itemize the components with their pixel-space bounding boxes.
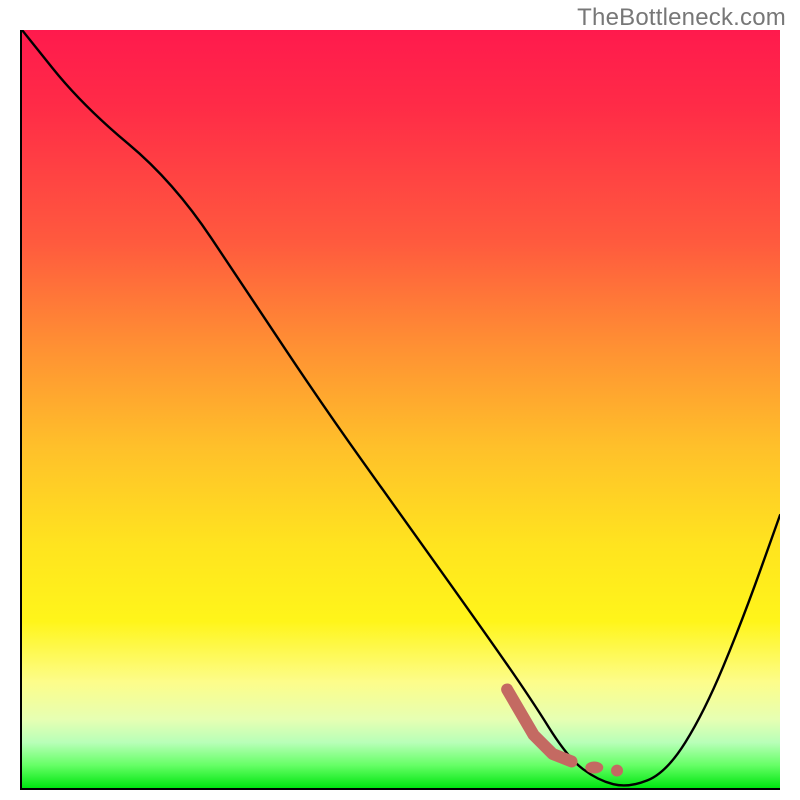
accent-dot: [611, 765, 623, 777]
accent-dot: [585, 762, 603, 774]
accent-elbow-segment: [507, 689, 571, 761]
chart-stage: TheBottleneck.com: [0, 0, 800, 800]
plot-area: [20, 30, 780, 790]
bottleneck-curve: [22, 30, 780, 785]
watermark-text: TheBottleneck.com: [577, 4, 786, 32]
chart-overlay-svg: [22, 30, 780, 788]
